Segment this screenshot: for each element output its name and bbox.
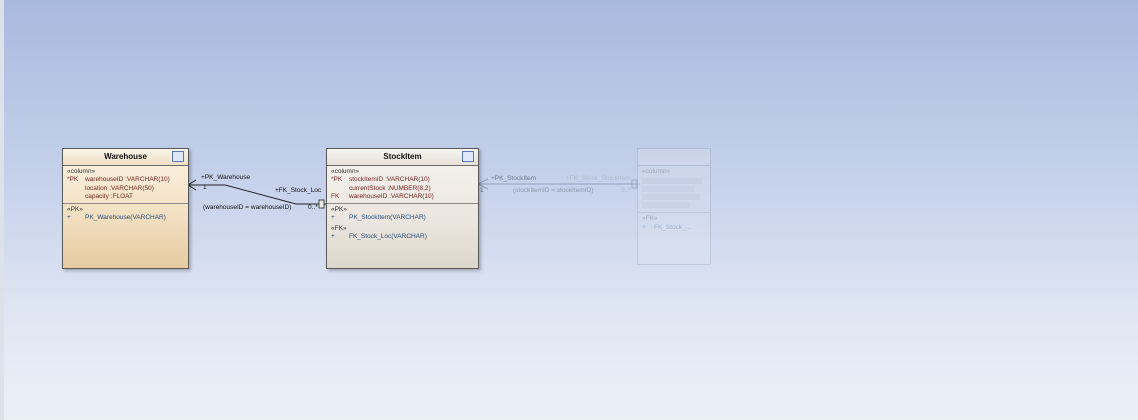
join-condition-label: (warehouseID = warehouseID) xyxy=(203,204,292,211)
column-row[interactable]: FK warehouseID :VARCHAR(10) xyxy=(331,193,474,201)
operation-visibility: + xyxy=(331,214,335,222)
target-multiplicity: 0..* xyxy=(308,204,318,211)
fk-stereotype: «FK» xyxy=(331,224,347,232)
join-condition-label: (stockItemID = stockItemID) xyxy=(513,187,594,194)
column-key: *PK xyxy=(67,176,79,184)
column-row-placeholder xyxy=(642,194,700,201)
pk-section: «PK» + PK_Warehouse(VARCHAR) xyxy=(63,204,188,225)
column-type: :FLOAT xyxy=(110,192,133,200)
column-name: stockItemID xyxy=(349,176,384,184)
operation-row[interactable]: + PK_StockItem(VARCHAR) xyxy=(331,214,474,222)
column-row[interactable]: *PK stockItemID :VARCHAR(10) xyxy=(331,176,474,184)
fk-section: «FK» + FK_Stock_... xyxy=(638,213,710,234)
column-row[interactable]: currentStock :NUMBER(8,2) xyxy=(331,185,474,193)
pk-section: «PK» + PK_StockItem(VARCHAR) xyxy=(327,204,478,225)
column-type: :VARCHAR(50) xyxy=(109,184,154,192)
column-key: FK xyxy=(331,192,340,200)
operation-name: PK_Warehouse(VARCHAR) xyxy=(85,214,166,222)
target-role-label: +FK_Stock_Loc xyxy=(275,187,322,194)
source-role-label: +PK_StockItem xyxy=(491,175,536,182)
fk-stereotype: «FK» xyxy=(642,215,658,223)
column-row[interactable]: location :VARCHAR(50) xyxy=(67,185,184,193)
column-name: warehouseID xyxy=(85,176,124,184)
column-row-placeholder xyxy=(642,178,702,185)
column-type: :NUMBER(8,2) xyxy=(387,184,431,192)
column-stereotype: «column» xyxy=(67,168,96,175)
column-row-placeholder xyxy=(642,202,690,209)
operation-name: FK_Stock_Loc(VARCHAR) xyxy=(349,233,427,241)
columns-section: «column» *PK warehouseID :VARCHAR(10) loc… xyxy=(63,166,188,203)
column-row[interactable]: *PK warehouseID :VARCHAR(10) xyxy=(67,176,184,184)
column-name: warehouseID xyxy=(349,192,388,200)
operation-row[interactable]: + FK_Stock_Loc(VARCHAR) xyxy=(331,233,474,241)
operation-name: FK_Stock_... xyxy=(654,223,692,231)
column-type: :VARCHAR(10) xyxy=(385,176,430,184)
operation-name: PK_StockItem(VARCHAR) xyxy=(349,214,426,222)
column-stereotype: «column» xyxy=(642,168,671,175)
column-name: currentStock xyxy=(349,184,386,192)
connector-target-port xyxy=(318,199,325,209)
table-type-icon xyxy=(172,151,184,162)
column-name: location xyxy=(85,184,108,192)
pk-stereotype: «PK» xyxy=(331,206,347,214)
table-type-icon xyxy=(462,151,474,162)
source-multiplicity: 1 xyxy=(480,187,484,194)
table-name: StockItem xyxy=(383,152,422,161)
source-role-label: +PK_Warehouse xyxy=(201,174,251,181)
columns-section: «column» xyxy=(638,166,710,212)
table-header[interactable]: StockItem xyxy=(327,149,478,166)
pk-stereotype: «PK» xyxy=(67,206,83,214)
table-faded[interactable]: «column» «FK» + FK_Stock_... xyxy=(637,148,711,265)
operation-visibility: + xyxy=(67,214,71,222)
target-role-label: +FK_Stock_StockItem xyxy=(566,175,631,182)
column-type: :VARCHAR(10) xyxy=(125,176,170,184)
diagram-canvas[interactable]: +PK_Warehouse 1 +FK_Stock_Loc (warehouse… xyxy=(0,0,1138,420)
columns-section: «column» *PK stockItemID :VARCHAR(10) cur… xyxy=(327,166,478,203)
column-type: :VARCHAR(10) xyxy=(389,192,434,200)
target-multiplicity: 0..* xyxy=(621,187,631,194)
column-name: capacity xyxy=(85,192,109,200)
table-name: Warehouse xyxy=(104,152,147,161)
operation-visibility: + xyxy=(642,223,646,231)
column-row[interactable]: capacity :FLOAT xyxy=(67,193,184,201)
table-header[interactable] xyxy=(638,149,710,166)
fk-section: «FK» + FK_Stock_Loc(VARCHAR) xyxy=(327,225,478,244)
column-key: *PK xyxy=(331,176,343,184)
source-multiplicity: 1 xyxy=(203,184,207,191)
operation-row[interactable]: + FK_Stock_... xyxy=(642,224,706,232)
column-row-placeholder xyxy=(642,186,694,193)
operation-visibility: + xyxy=(331,233,335,241)
table-header[interactable]: Warehouse xyxy=(63,149,188,166)
operation-row[interactable]: + PK_Warehouse(VARCHAR) xyxy=(67,214,184,222)
column-stereotype: «column» xyxy=(331,168,360,175)
table-warehouse[interactable]: Warehouse «column» *PK warehouseID :VARCH… xyxy=(62,148,189,269)
table-stockitem[interactable]: StockItem «column» *PK stockItemID :VARCH… xyxy=(326,148,479,269)
